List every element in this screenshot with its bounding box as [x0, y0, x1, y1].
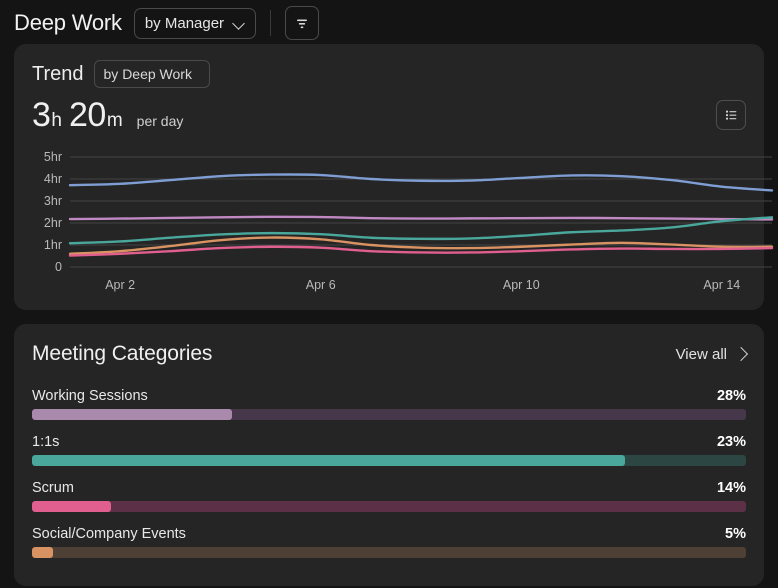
- category-bar-fill: [32, 547, 54, 558]
- top-bar: Deep Work by Manager: [0, 0, 778, 44]
- trend-chart-svg: 0 1hr 2hr 3hr 4hr 5hr Apr 2 Apr 6 Apr 10 Apr 14: [44, 150, 774, 292]
- category-row[interactable]: Scrum 14%: [32, 480, 746, 512]
- chart-x-tick-label: Apr 14: [703, 278, 740, 292]
- chart-y-tick-label: 0: [55, 260, 62, 274]
- chart-legend-toggle-button[interactable]: [716, 100, 746, 130]
- trend-title: Trend: [32, 62, 84, 85]
- category-name: 1:1s: [32, 434, 60, 450]
- category-bar-track: [32, 501, 746, 512]
- category-percent: 5%: [725, 526, 746, 542]
- category-label-row: Scrum 14%: [32, 480, 746, 496]
- chart-y-tick-label: 5hr: [44, 150, 62, 164]
- category-bar-track: [32, 409, 746, 420]
- list-icon: [726, 110, 737, 120]
- chart-line-series-teal: [68, 216, 774, 245]
- chart-y-tick-label: 1hr: [44, 238, 62, 252]
- view-all-link[interactable]: View all: [675, 345, 749, 363]
- category-percent: 28%: [716, 388, 746, 404]
- view-all-label: View all: [675, 345, 727, 363]
- chart-y-tick-label: 3hr: [44, 194, 62, 208]
- category-bar-fill: [32, 501, 111, 512]
- trend-breakdown-dropdown[interactable]: by Deep Work: [93, 60, 210, 88]
- trend-minutes-unit: m: [106, 110, 123, 131]
- chevron-right-icon: [733, 346, 749, 362]
- chart-y-tick-label: 2hr: [44, 216, 62, 230]
- category-label-row: 1:1s 23%: [32, 434, 746, 450]
- trend-breakdown-label: by Deep Work: [103, 66, 192, 82]
- categories-header: Meeting Categories View all: [32, 342, 749, 366]
- chart-x-tick-label: Apr 6: [306, 278, 336, 292]
- filter-button[interactable]: [285, 6, 320, 40]
- trend-hours-unit: h: [51, 110, 62, 131]
- category-row[interactable]: Working Sessions 28%: [32, 388, 746, 420]
- page-title: Deep Work: [14, 10, 122, 35]
- categories-list: Working Sessions 28% 1:1s 23% Scrum 14% Social…: [32, 388, 746, 558]
- categories-title: Meeting Categories: [32, 342, 213, 365]
- trend-value: 3 h 20 m per day: [32, 96, 746, 135]
- chart-line-series-blue: [68, 173, 774, 192]
- filter-icon: [297, 19, 308, 29]
- category-row[interactable]: Social/Company Events 5%: [32, 526, 746, 558]
- app-root: Deep Work by Manager Trend by Deep Work …: [0, 0, 778, 588]
- category-name: Scrum: [32, 480, 74, 496]
- meeting-categories-card: Meeting Categories View all Working Sess…: [14, 324, 764, 586]
- chevron-down-icon: [234, 18, 245, 29]
- category-bar-track: [32, 455, 746, 466]
- chart-x-tick-label: Apr 10: [503, 278, 540, 292]
- trend-per-label: per day: [136, 113, 184, 129]
- toolbar-divider: [270, 10, 272, 36]
- category-label-row: Working Sessions 28%: [32, 388, 746, 404]
- trend-chart[interactable]: 0 1hr 2hr 3hr 4hr 5hr Apr 2 Apr 6 Apr 10 Apr 14: [32, 149, 774, 299]
- category-percent: 14%: [716, 480, 746, 496]
- group-by-dropdown[interactable]: by Manager: [133, 7, 257, 39]
- category-name: Social/Company Events: [32, 526, 186, 542]
- trend-card: Trend by Deep Work 3 h 20 m per day 0 1h…: [14, 44, 774, 310]
- category-bar-track: [32, 547, 746, 558]
- group-by-label: by Manager: [144, 14, 225, 32]
- trend-hours-value: 3: [32, 96, 51, 134]
- chart-x-tick-label: Apr 2: [105, 278, 135, 292]
- category-bar-fill: [32, 409, 232, 420]
- trend-minutes-value: 20: [69, 96, 106, 134]
- trend-header: Trend by Deep Work: [32, 60, 746, 88]
- category-bar-fill: [32, 455, 625, 466]
- category-label-row: Social/Company Events 5%: [32, 526, 746, 542]
- category-row[interactable]: 1:1s 23%: [32, 434, 746, 466]
- chart-line-series-purple: [68, 215, 774, 221]
- category-name: Working Sessions: [32, 388, 148, 404]
- category-percent: 23%: [716, 434, 746, 450]
- chart-y-tick-label: 4hr: [44, 172, 62, 186]
